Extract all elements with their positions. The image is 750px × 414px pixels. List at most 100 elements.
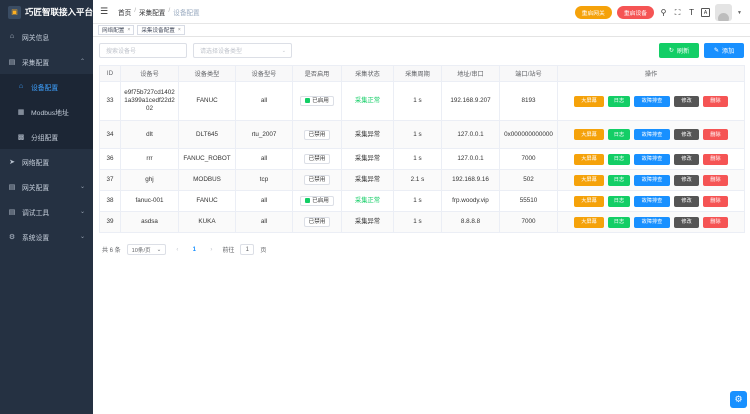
log-button[interactable]: 日志	[608, 153, 630, 165]
logo-icon: ▣	[8, 5, 21, 19]
delete-button[interactable]: 删除	[703, 153, 728, 165]
prev-page-button[interactable]: ‹	[172, 247, 182, 253]
briefcase-icon: ▤	[8, 58, 16, 66]
troubleshoot-button[interactable]: 故障排查	[634, 153, 670, 165]
chevron-up-icon: ⌃	[79, 59, 85, 65]
submenu-collect-config: ⌂ 设备配置 ▦ Modbus地址 ▩ 分组配置	[0, 74, 93, 149]
home-icon: ⌂	[18, 83, 24, 90]
sidebar-item-device-config[interactable]: ⌂ 设备配置	[0, 74, 93, 99]
delete-button[interactable]: 删除	[703, 174, 728, 186]
font-size-icon[interactable]: T	[687, 8, 696, 17]
restart-gateway-button[interactable]: 重启网关	[574, 6, 612, 19]
table-row: 39 asdsa KUKA all 已禁用 采集异常 1 s 8.8.8.8 7…	[99, 211, 745, 233]
chevron-down-icon: ⌄	[281, 47, 286, 54]
add-button[interactable]: ✎ 添加	[704, 43, 744, 58]
device-type-select[interactable]: 请选择设备类型 ⌄	[193, 43, 292, 58]
troubleshoot-button[interactable]: 故障排查	[634, 195, 670, 207]
refresh-button[interactable]: ↻ 刷新	[659, 43, 699, 58]
goto-label: 前往	[222, 248, 235, 254]
sidebar-item-collect-config[interactable]: ▤ 采集配置 ⌃	[0, 49, 93, 74]
sidebar-item-network-config[interactable]: ➤ 网络配置	[0, 149, 93, 174]
table-row: 38 fanuc-001 FANUC all 已启用 采集正常 1 s frp.…	[99, 190, 745, 212]
status-cell: 采集异常	[341, 120, 394, 149]
menu-toggle-icon[interactable]: ☰	[100, 6, 110, 17]
edit-button[interactable]: 修改	[674, 129, 699, 140]
sidebar-item-gateway-info[interactable]: ⌂ 网关信息	[0, 24, 93, 49]
breadcrumb-device-config: 设备配置	[173, 9, 200, 17]
tags-view: 网络配置 × 采集设备配置 ×	[93, 24, 750, 37]
close-icon[interactable]: ×	[178, 27, 181, 33]
chevron-down-icon: ⌄	[79, 234, 85, 240]
troubleshoot-button[interactable]: 故障排查	[634, 216, 670, 228]
troubleshoot-button[interactable]: 故障排查	[634, 95, 670, 107]
status-cell: 采集正常	[341, 81, 394, 121]
total-count: 共 6 条	[102, 248, 121, 254]
tag-collect-device-config[interactable]: 采集设备配置 ×	[137, 25, 185, 35]
delete-button[interactable]: 删除	[703, 195, 728, 207]
language-icon[interactable]: A	[701, 8, 711, 17]
goto-page-input[interactable]: 1	[240, 244, 255, 255]
refresh-icon: ↻	[668, 47, 674, 54]
gear-icon: ⚙	[8, 233, 16, 241]
page-suffix: 页	[260, 248, 267, 254]
close-icon[interactable]: ×	[127, 27, 130, 33]
chevron-down-icon[interactable]: ▼	[737, 10, 742, 16]
enable-toggle-button[interactable]: 已禁用	[303, 175, 331, 185]
sidebar-item-modbus-address[interactable]: ▦ Modbus地址	[0, 99, 93, 124]
col-device-model: 设备型号	[235, 65, 293, 82]
enable-toggle-button[interactable]: 已启用	[300, 95, 334, 106]
sidebar-item-group-config[interactable]: ▩ 分组配置	[0, 124, 93, 149]
col-cycle: 采集周期	[393, 65, 442, 82]
edit-button[interactable]: 修改	[674, 174, 699, 186]
tag-network-config[interactable]: 网络配置 ×	[98, 25, 135, 35]
edit-button[interactable]: 修改	[674, 216, 699, 228]
breadcrumb: 首页 / 采集配置 / 设备配置	[118, 6, 200, 17]
delete-button[interactable]: 删除	[703, 95, 728, 107]
log-button[interactable]: 日志	[608, 174, 630, 186]
app-logo: ▣ 巧匠智联接入平台	[0, 0, 93, 24]
big-screen-button[interactable]: 大屏幕	[574, 216, 604, 228]
sidebar-item-gateway-config[interactable]: ▤ 网关配置 ⌄	[0, 174, 93, 199]
edit-button[interactable]: 修改	[674, 95, 699, 107]
col-id: ID	[99, 65, 121, 82]
next-page-button[interactable]: ›	[206, 247, 216, 253]
enable-toggle-button[interactable]: 已禁用	[303, 217, 331, 227]
device-table: ID 设备号 设备类型 设备型号 是否启用 采集状态 采集周期 地址/串口 端口…	[99, 65, 745, 233]
top-header: ☰ 首页 / 采集配置 / 设备配置 重启网关 重启设备 ⚲ ⛶ T A ▼	[93, 0, 750, 24]
sidebar-item-system-settings[interactable]: ⚙ 系统设置 ⌄	[0, 224, 93, 249]
check-icon	[305, 198, 311, 204]
enable-toggle-button[interactable]: 已禁用	[303, 154, 331, 164]
settings-fab-button[interactable]: ⚙	[730, 391, 747, 408]
breadcrumb-home[interactable]: 首页	[118, 7, 131, 17]
enable-toggle-button[interactable]: 已禁用	[303, 129, 331, 140]
big-screen-button[interactable]: 大屏幕	[574, 153, 604, 165]
sidebar: ▣ 巧匠智联接入平台 ⌂ 网关信息 ▤ 采集配置 ⌃ ⌂ 设备配置 ▦ Modb…	[0, 0, 93, 414]
log-button[interactable]: 日志	[608, 95, 630, 107]
avatar[interactable]	[715, 4, 733, 21]
big-screen-button[interactable]: 大屏幕	[574, 95, 604, 107]
restart-device-button[interactable]: 重启设备	[616, 6, 655, 19]
log-button[interactable]: 日志	[608, 129, 630, 140]
enable-toggle-button[interactable]: 已启用	[300, 195, 334, 206]
page-size-select[interactable]: 10条/页 ⌄	[126, 244, 167, 255]
grid-icon: ▩	[17, 133, 25, 141]
troubleshoot-button[interactable]: 故障排查	[634, 174, 670, 186]
status-cell: 采集正常	[341, 190, 394, 212]
big-screen-button[interactable]: 大屏幕	[574, 195, 604, 207]
chevron-down-icon: ⌄	[79, 209, 85, 215]
edit-button[interactable]: 修改	[674, 153, 699, 165]
log-button[interactable]: 日志	[608, 195, 630, 207]
edit-button[interactable]: 修改	[674, 195, 699, 207]
delete-button[interactable]: 删除	[703, 129, 728, 140]
table-row: 33 e9f75b727cd14021a399a1cedf22d202 FANU…	[99, 81, 745, 121]
search-icon[interactable]: ⚲	[659, 8, 668, 17]
fullscreen-icon[interactable]: ⛶	[673, 8, 682, 18]
delete-button[interactable]: 删除	[703, 216, 728, 228]
device-no-search-input[interactable]: 搜索设备号	[99, 43, 187, 58]
log-button[interactable]: 日志	[608, 216, 630, 228]
big-screen-button[interactable]: 大屏幕	[574, 174, 604, 186]
big-screen-button[interactable]: 大屏幕	[574, 129, 604, 140]
troubleshoot-button[interactable]: 故障排查	[634, 129, 670, 140]
page-number[interactable]: 1	[188, 247, 200, 253]
sidebar-item-debug-tools[interactable]: ▤ 调试工具 ⌄	[0, 199, 93, 224]
